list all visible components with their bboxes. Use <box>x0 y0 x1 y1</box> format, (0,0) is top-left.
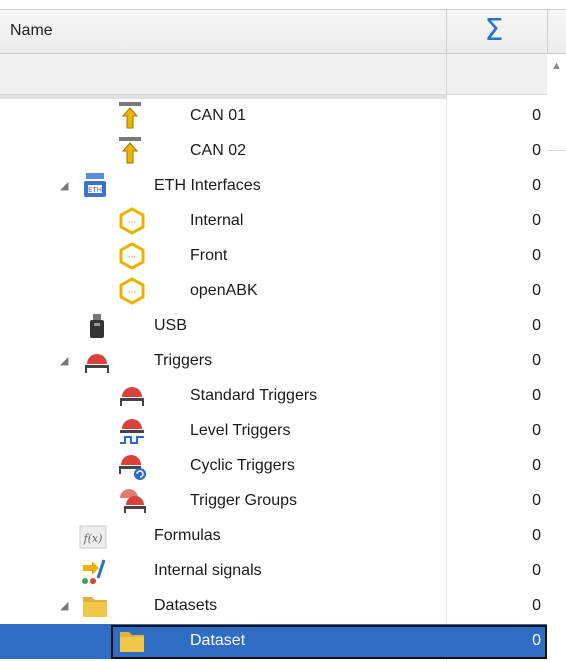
sum-value: 0 <box>532 212 541 229</box>
tree-row-label: Triggers <box>154 352 213 369</box>
sum-value: 0 <box>532 632 541 649</box>
collapse-icon[interactable]: ◢ <box>60 599 68 612</box>
sum-value: 0 <box>532 282 541 299</box>
tree-row-level-triggers[interactable]: Level Triggers 0 <box>0 414 547 449</box>
tree-view: CAN 01 0 CAN 02 0 ◢ ETH ETH Interfaces 0… <box>0 99 547 659</box>
interface-icon: ··· <box>119 277 145 305</box>
filter-row[interactable] <box>0 54 547 95</box>
folder-icon <box>120 632 144 652</box>
tree-row-usb[interactable]: USB 0 <box>0 309 547 344</box>
tree-row-label: ETH Interfaces <box>154 177 261 194</box>
tree-row-trigger-groups[interactable]: Trigger Groups 0 <box>0 484 547 519</box>
name-column-header[interactable]: Name <box>10 22 53 40</box>
sum-value: 0 <box>532 597 541 614</box>
tree-row-label: Internal signals <box>154 562 262 579</box>
interface-icon: ··· <box>119 207 145 235</box>
sum-column-header[interactable]: Σ <box>474 14 514 48</box>
tree-row-label: CAN 02 <box>190 142 247 159</box>
sum-value: 0 <box>532 107 541 124</box>
sum-value: 0 <box>532 177 541 194</box>
tree-row-label: Trigger Groups <box>190 492 297 509</box>
level-trigger-icon <box>120 419 144 444</box>
ethernet-icon: ETH <box>84 173 106 197</box>
standard-trigger-icon <box>120 387 144 406</box>
tree-row-label: Front <box>190 247 228 264</box>
sum-value: 0 <box>532 492 541 509</box>
folder-icon <box>83 597 107 617</box>
tree-row-can-01[interactable]: CAN 01 0 <box>0 99 547 134</box>
tree-row-label: USB <box>154 317 187 334</box>
trigger-group-icon <box>120 489 146 513</box>
tree-row-datasets[interactable]: ◢ Datasets 0 <box>0 589 547 624</box>
tree-row-front[interactable]: ··· Front 0 <box>0 239 547 274</box>
formula-icon: f(x) <box>79 525 107 549</box>
svg-text:···: ··· <box>128 253 137 263</box>
usb-icon <box>90 314 104 338</box>
sum-value: 0 <box>532 457 541 474</box>
scrollbar[interactable] <box>547 150 566 151</box>
sum-value: 0 <box>532 387 541 404</box>
column-header: Name Σ <box>0 9 566 54</box>
tree-row-can-02[interactable]: CAN 02 0 <box>0 134 547 169</box>
tree-row-standard-triggers[interactable]: Standard Triggers 0 <box>0 379 547 414</box>
tree-row-label: Internal <box>190 212 244 229</box>
tree-row-label: Formulas <box>154 527 221 544</box>
tree-row-label: Datasets <box>154 597 218 614</box>
trigger-icon <box>85 354 109 373</box>
tree-row-label: CAN 01 <box>190 107 247 124</box>
sum-value: 0 <box>532 142 541 159</box>
sum-value: 0 <box>532 422 541 439</box>
svg-text:ETH: ETH <box>88 186 102 194</box>
tree-row-label: Level Triggers <box>190 422 291 439</box>
tree-row-internal[interactable]: ··· Internal 0 <box>0 204 547 239</box>
column-divider[interactable] <box>547 10 548 54</box>
svg-text:···: ··· <box>128 288 137 298</box>
column-divider[interactable] <box>446 10 447 54</box>
can-icon <box>119 102 141 129</box>
tree-row-dataset[interactable]: Dataset 0 <box>0 624 547 659</box>
sum-value: 0 <box>532 562 541 579</box>
tree-row-label: openABK <box>190 282 258 299</box>
sum-value: 0 <box>532 317 541 334</box>
tree-row-label: Cyclic Triggers <box>190 457 295 474</box>
tree-row-internal-signals[interactable]: Internal signals 0 <box>0 554 547 589</box>
sum-value: 0 <box>532 247 541 264</box>
tree-row-openabk[interactable]: ··· openABK 0 <box>0 274 547 309</box>
svg-text:···: ··· <box>128 218 137 228</box>
tree-row-label: Dataset <box>190 632 246 649</box>
cyclic-trigger-icon <box>119 455 146 480</box>
internal-signals-icon <box>82 559 106 584</box>
collapse-icon[interactable]: ◢ <box>60 179 68 192</box>
tree-row-triggers[interactable]: ◢ Triggers 0 <box>0 344 547 379</box>
sum-value: 0 <box>532 352 541 369</box>
filter-divider <box>446 54 447 94</box>
tree-row-formulas[interactable]: f(x) Formulas 0 <box>0 519 547 554</box>
scroll-up-icon[interactable]: ▲ <box>551 60 562 72</box>
svg-text:f(x): f(x) <box>83 532 103 545</box>
tree-row-eth-interfaces[interactable]: ◢ ETH ETH Interfaces 0 <box>0 169 547 204</box>
collapse-icon[interactable]: ◢ <box>60 354 68 367</box>
sum-value: 0 <box>532 527 541 544</box>
tree-row-cyclic-triggers[interactable]: Cyclic Triggers 0 <box>0 449 547 484</box>
can-icon <box>119 137 141 164</box>
interface-icon: ··· <box>119 242 145 270</box>
tree-row-label: Standard Triggers <box>190 387 318 404</box>
